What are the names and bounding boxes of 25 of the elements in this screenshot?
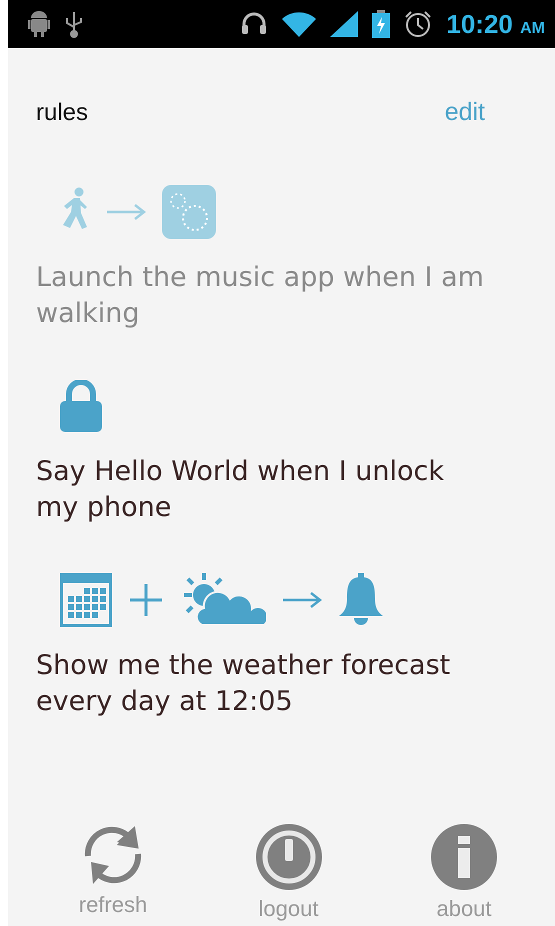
signal-icon bbox=[330, 11, 358, 37]
edit-link[interactable]: edit bbox=[444, 98, 485, 127]
clock-time: 10:20 AM bbox=[446, 8, 545, 40]
arrow-icon bbox=[106, 203, 146, 221]
lock-icon bbox=[60, 380, 102, 432]
info-icon bbox=[431, 824, 497, 890]
rule-description[interactable]: Launch the music app when I am walking bbox=[36, 260, 486, 332]
bell-icon bbox=[338, 573, 384, 627]
rule-description[interactable]: Say Hello World when I unlock my phone bbox=[36, 454, 486, 526]
plus-icon bbox=[128, 582, 164, 618]
about-button[interactable]: about bbox=[409, 824, 519, 922]
arrow-icon bbox=[282, 591, 322, 609]
alarm-clock-icon bbox=[404, 10, 432, 38]
usb-icon bbox=[64, 10, 84, 38]
android-icon bbox=[28, 11, 50, 37]
battery-icon bbox=[372, 10, 390, 38]
wifi-icon bbox=[282, 11, 316, 37]
app-icon bbox=[162, 185, 216, 239]
page-title: rules bbox=[36, 99, 88, 127]
power-icon bbox=[256, 824, 322, 890]
refresh-icon bbox=[83, 824, 143, 886]
refresh-button[interactable]: refresh bbox=[58, 824, 168, 922]
calendar-icon bbox=[60, 573, 112, 627]
rule-description[interactable]: Show me the weather forecast every day at 12:05 bbox=[36, 648, 486, 720]
logout-button[interactable]: logout bbox=[234, 824, 344, 922]
